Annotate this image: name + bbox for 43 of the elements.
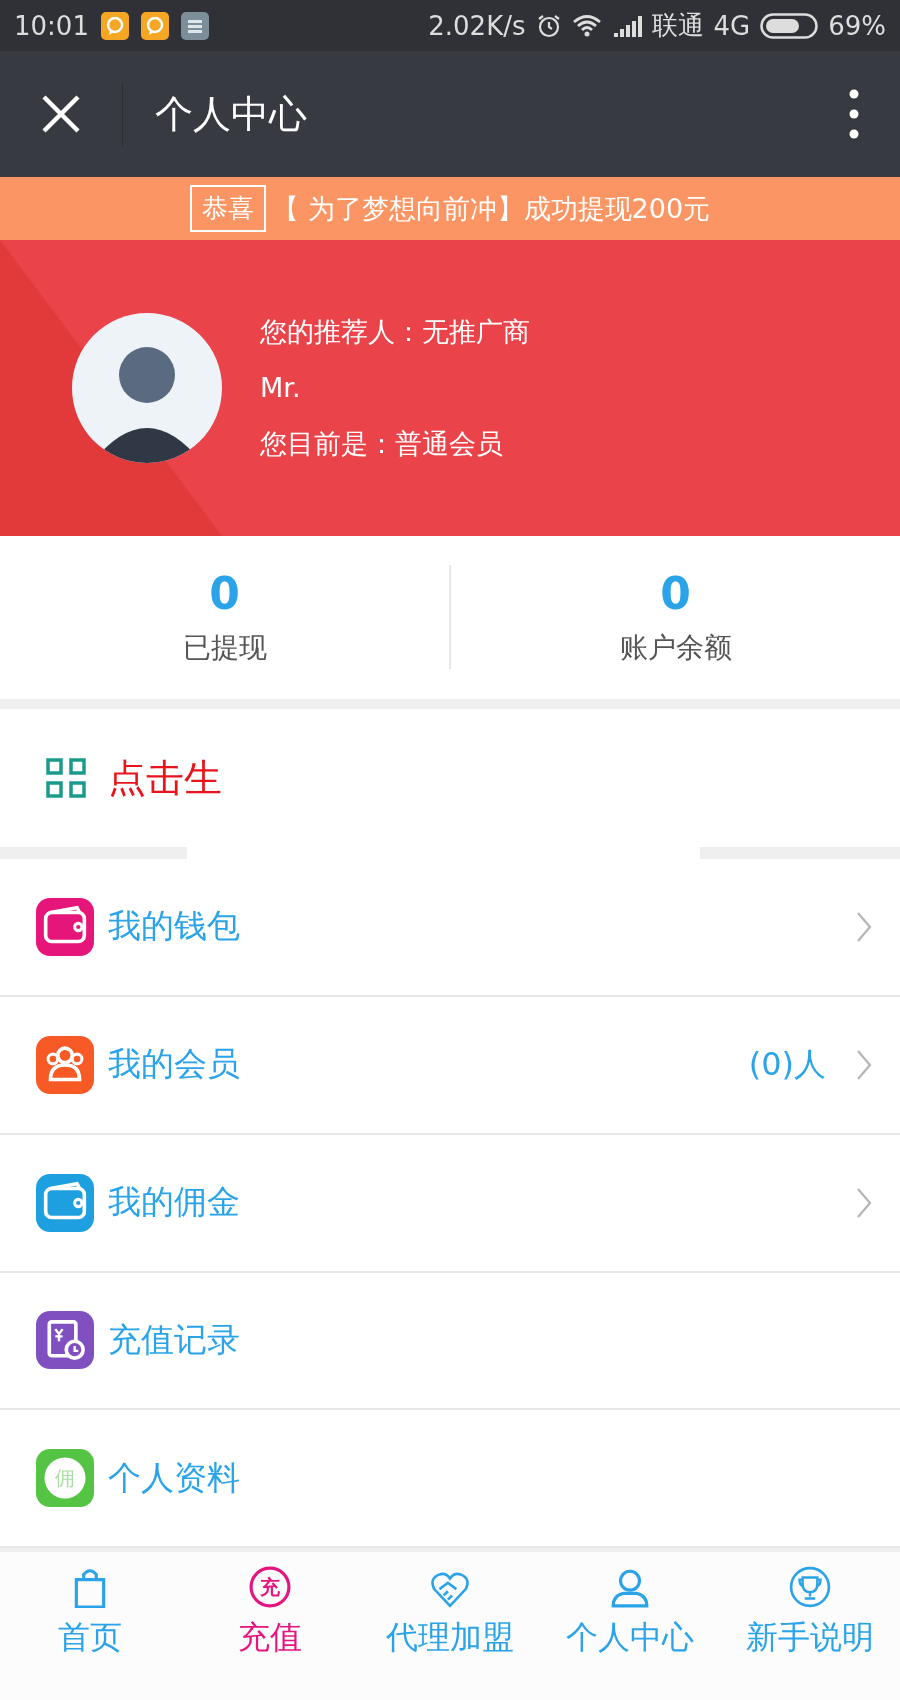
congrats-tag: 恭喜 xyxy=(189,185,266,233)
profile-icon: 佣 xyxy=(36,1449,94,1508)
page-title: 个人中心 xyxy=(155,90,308,138)
stat-value: 0 xyxy=(660,567,691,619)
signal-icon xyxy=(611,14,642,37)
member-count: (0)人 xyxy=(748,1043,826,1085)
nav-tab[interactable]: 充 充值 xyxy=(180,1552,360,1700)
stat-label: 已提现 xyxy=(182,629,267,666)
nav-tab[interactable]: 代理加盟 xyxy=(360,1552,540,1700)
chat-app-icon xyxy=(140,11,169,40)
notes-app-icon xyxy=(180,11,209,40)
referrer-text: 您的推荐人：无推广商 xyxy=(260,314,530,349)
network-type: 4G xyxy=(713,10,751,41)
menu-item[interactable]: 充值记录 xyxy=(0,1272,900,1411)
notice-text: 【 为了梦想向前冲】成功提现200元 xyxy=(271,191,711,226)
trophy-icon xyxy=(789,1566,831,1609)
chat-app-icon xyxy=(100,11,129,40)
menu-label: 我的钱包 xyxy=(108,905,240,948)
user-name: Mr. xyxy=(260,370,302,405)
menu-label: 个人资料 xyxy=(108,1456,240,1499)
nav-tab[interactable]: 首页 xyxy=(0,1552,180,1700)
qr-code-row[interactable]: 点击生 xyxy=(0,709,900,847)
menu-label: 我的佣金 xyxy=(108,1181,240,1224)
carrier-name: 联通 xyxy=(651,9,704,43)
wifi-icon xyxy=(571,13,602,38)
battery-icon xyxy=(760,12,819,39)
qr-prompt-text: 点击生 xyxy=(108,754,222,802)
network-speed: 2.02K/s xyxy=(428,10,526,41)
clock-time: 10:01 xyxy=(14,10,89,41)
menu-item[interactable]: 我的佣金 xyxy=(0,1134,900,1273)
stat-label: 账户余额 xyxy=(619,629,732,666)
recharge-icon: 充 xyxy=(249,1566,291,1609)
more-icon xyxy=(849,89,859,140)
member-level: 您目前是：普通会员 xyxy=(260,426,504,461)
nav-tab[interactable]: 新手说明 xyxy=(720,1552,900,1700)
close-icon xyxy=(41,94,81,135)
menu-label: 我的会员 xyxy=(108,1043,240,1086)
menu-item[interactable]: 我的会员 (0)人 xyxy=(0,996,900,1135)
battery-level: 69% xyxy=(828,10,886,41)
stat-value: 0 xyxy=(209,567,240,619)
menu-label: 充值记录 xyxy=(108,1318,240,1361)
menu-item[interactable]: 我的钱包 xyxy=(0,858,900,997)
nav-tab[interactable]: 个人中心 xyxy=(540,1552,720,1700)
